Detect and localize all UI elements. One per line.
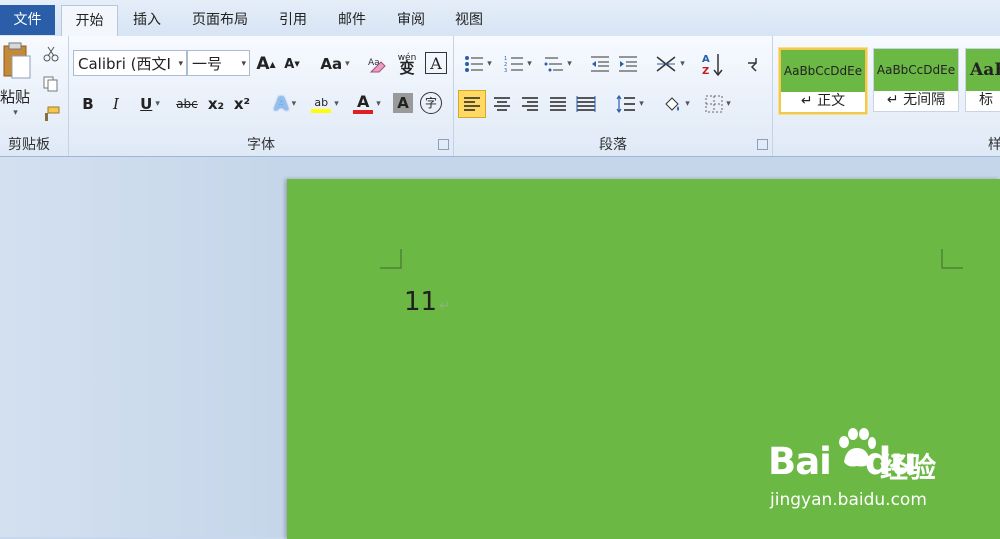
style-normal[interactable]: AaBbCcDdEe ↵ 正文 bbox=[779, 48, 867, 114]
styles-group-label: 样式 bbox=[988, 137, 1000, 153]
font-color-button[interactable]: A ▾ bbox=[349, 91, 385, 117]
tab-review[interactable]: 审阅 bbox=[386, 5, 436, 35]
clipboard-group-label: 剪贴板 bbox=[8, 137, 50, 153]
font-dialog-launcher-icon[interactable] bbox=[438, 139, 449, 150]
font-size-select[interactable]: 一号 ▾ bbox=[187, 50, 250, 76]
font-group: Calibri (西文I ▾ 一号 ▾ A ▲ A ▼ Aa ▾ Aa wén 变 A B … bbox=[69, 36, 454, 156]
ribbon-tab-bar: 文件 开始 插入 页面布局 引用 邮件 审阅 视图 bbox=[0, 0, 1000, 37]
document-workspace: 11 ↵ Bai du 经验 jingyan.baidu.com bbox=[0, 157, 1000, 539]
increase-indent-icon[interactable] bbox=[616, 52, 640, 76]
chinese-layout-button[interactable]: ▾ bbox=[652, 52, 688, 76]
style-name: ↵ 无间隔 bbox=[886, 92, 946, 108]
paragraph-mark-icon: ↵ bbox=[439, 298, 451, 314]
borders-button[interactable]: ▾ bbox=[700, 90, 736, 118]
underline-button[interactable]: U ▾ bbox=[133, 92, 167, 116]
line-spacing-button[interactable]: ▾ bbox=[612, 90, 648, 118]
style-sample: AaBbCcDdEe bbox=[781, 50, 865, 92]
style-sample: AaB bbox=[966, 49, 1000, 91]
sort-icon[interactable]: AZ bbox=[700, 50, 726, 78]
paste-dropdown-icon[interactable]: ▾ bbox=[8, 108, 20, 118]
character-shading-button[interactable]: A bbox=[393, 93, 413, 113]
numbering-button[interactable]: 1 2 3 ▾ bbox=[500, 52, 536, 76]
tab-references[interactable]: 引用 bbox=[268, 5, 318, 35]
tab-view[interactable]: 视图 bbox=[444, 5, 494, 35]
svg-text:A: A bbox=[702, 54, 710, 65]
tab-page-layout[interactable]: 页面布局 bbox=[180, 5, 260, 35]
styles-group: AaBbCcDdEe ↵ 正文 AaBbCcDdEe ↵ 无间隔 AaB 标 样… bbox=[773, 36, 1000, 156]
tab-home[interactable]: 开始 bbox=[61, 5, 118, 37]
chevron-down-icon: ▾ bbox=[178, 59, 183, 69]
character-border-button[interactable]: A bbox=[425, 52, 447, 74]
font-group-label: 字体 bbox=[247, 137, 275, 153]
multilevel-list-button[interactable]: ▾ bbox=[540, 52, 576, 76]
distributed-align-button[interactable] bbox=[572, 90, 600, 118]
clipboard-group: 粘贴 ▾ 剪贴板 bbox=[0, 36, 69, 156]
format-painter-icon[interactable] bbox=[40, 104, 62, 124]
document-text[interactable]: 11 ↵ bbox=[404, 287, 451, 317]
file-tab[interactable]: 文件 bbox=[0, 5, 55, 35]
bold-button[interactable]: B bbox=[77, 92, 99, 116]
justify-button[interactable] bbox=[544, 90, 572, 118]
style-heading[interactable]: AaB 标 bbox=[965, 48, 1000, 112]
superscript-button[interactable]: x² bbox=[231, 92, 253, 116]
enclose-characters-button[interactable]: 字 bbox=[419, 91, 443, 115]
svg-text:Z: Z bbox=[702, 66, 709, 76]
font-family-select[interactable]: Calibri (西文I ▾ bbox=[73, 50, 187, 76]
highlight-color-button[interactable]: ab ▾ bbox=[307, 91, 343, 117]
align-left-button[interactable] bbox=[458, 90, 486, 118]
ribbon: 粘贴 ▾ 剪贴板 Calibri (西文I ▾ 一号 ▾ A ▲ A ▼ Aa ▾ Aa … bbox=[0, 36, 1000, 157]
style-no-spacing[interactable]: AaBbCcDdEe ↵ 无间隔 bbox=[873, 48, 959, 112]
cut-icon[interactable] bbox=[40, 44, 62, 64]
paragraph-group: ▾ 1 2 3 ▾ ▾ ▾ AZ ▾ ▾ ▾ 段落 bbox=[454, 36, 773, 156]
decrease-indent-icon[interactable] bbox=[588, 52, 612, 76]
margin-corner-mark bbox=[380, 249, 402, 269]
style-name: ↵ 正文 bbox=[800, 93, 846, 109]
font-family-value: Calibri (西文I bbox=[78, 55, 171, 73]
highlight-swatch bbox=[311, 108, 332, 113]
copy-icon[interactable] bbox=[40, 74, 62, 94]
style-sample: AaBbCcDdEe bbox=[874, 49, 958, 91]
tab-insert[interactable]: 插入 bbox=[122, 5, 172, 35]
paragraph-group-label: 段落 bbox=[599, 137, 627, 153]
phonetic-guide-button[interactable]: wén 变 bbox=[393, 50, 421, 76]
shrink-font-button[interactable]: A ▼ bbox=[281, 52, 303, 76]
style-name: 标 bbox=[979, 92, 993, 108]
bullets-button[interactable]: ▾ bbox=[460, 52, 496, 76]
grow-font-button[interactable]: A ▲ bbox=[255, 52, 277, 76]
svg-text:3: 3 bbox=[504, 68, 507, 73]
baidu-jingyan-watermark: Bai du 经验 jingyan.baidu.com bbox=[768, 428, 988, 512]
text-effects-button[interactable]: A ▾ bbox=[267, 91, 303, 117]
shading-button[interactable]: ▾ bbox=[658, 90, 694, 118]
show-formatting-marks-icon[interactable] bbox=[742, 52, 764, 76]
watermark-cn: 经验 bbox=[880, 451, 937, 484]
paragraph-dialog-launcher-icon[interactable] bbox=[757, 139, 768, 150]
italic-button[interactable]: I bbox=[105, 92, 127, 116]
strikethrough-button[interactable]: abc bbox=[173, 92, 201, 116]
paste-icon[interactable] bbox=[0, 40, 34, 84]
paste-label[interactable]: 粘贴 bbox=[0, 86, 30, 106]
align-right-button[interactable] bbox=[516, 90, 544, 118]
subscript-button[interactable]: x₂ bbox=[205, 92, 227, 116]
margin-corner-mark bbox=[941, 249, 963, 269]
change-case-button[interactable]: Aa ▾ bbox=[317, 52, 353, 76]
font-size-value: 一号 bbox=[192, 55, 223, 73]
watermark-url: jingyan.baidu.com bbox=[770, 490, 927, 510]
align-center-button[interactable] bbox=[488, 90, 516, 118]
clear-format-icon[interactable]: Aa bbox=[365, 52, 389, 76]
chevron-down-icon: ▾ bbox=[241, 59, 246, 69]
tab-mailings[interactable]: 邮件 bbox=[326, 5, 378, 35]
paw-icon bbox=[839, 428, 876, 467]
font-color-swatch bbox=[353, 110, 374, 114]
